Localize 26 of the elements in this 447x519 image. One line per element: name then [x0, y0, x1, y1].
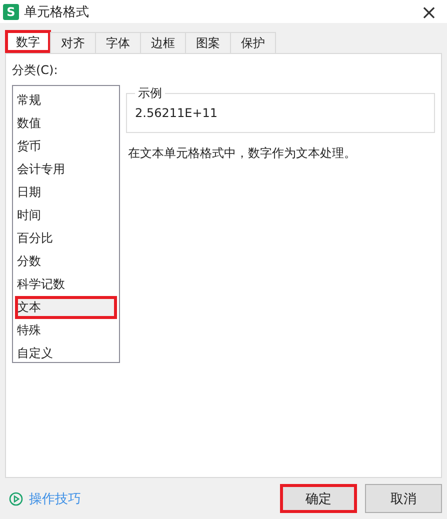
category-item[interactable]: 科学记数	[15, 273, 117, 296]
ok-button[interactable]: 确定	[280, 484, 357, 513]
category-item[interactable]: 日期	[15, 181, 117, 204]
category-label: 分类(C):	[12, 62, 59, 79]
tab[interactable]: 保护	[230, 32, 276, 53]
app-logo-icon: S	[3, 4, 19, 20]
category-item[interactable]: 会计专用	[15, 158, 117, 181]
sample-value: 2.56211E+11	[135, 106, 218, 120]
category-item[interactable]: 文本	[15, 296, 117, 319]
play-icon	[9, 492, 23, 506]
category-item[interactable]: 时间	[15, 204, 117, 227]
description-text: 在文本单元格格式中，数字作为文本处理。	[127, 145, 357, 162]
category-item[interactable]: 货币	[15, 135, 117, 158]
tab[interactable]: 对齐	[50, 32, 96, 53]
category-item[interactable]: 百分比	[15, 227, 117, 250]
category-list[interactable]: 常规 数值 货币 会计专用 日期 时间 百分比 分数 科学记数 文本 特殊 自定义	[12, 85, 120, 363]
category-item[interactable]: 分数	[15, 250, 117, 273]
sample-legend: 示例	[135, 85, 165, 102]
category-item[interactable]: 自定义	[15, 342, 117, 365]
category-item[interactable]: 特殊	[15, 319, 117, 342]
category-item[interactable]: 数值	[15, 112, 117, 135]
window-title: 单元格格式	[24, 4, 90, 20]
close-button[interactable]: ×	[411, 0, 447, 23]
cancel-button[interactable]: 取消	[365, 484, 442, 513]
tab[interactable]: 数字	[5, 30, 51, 53]
category-item[interactable]: 常规	[15, 89, 117, 112]
